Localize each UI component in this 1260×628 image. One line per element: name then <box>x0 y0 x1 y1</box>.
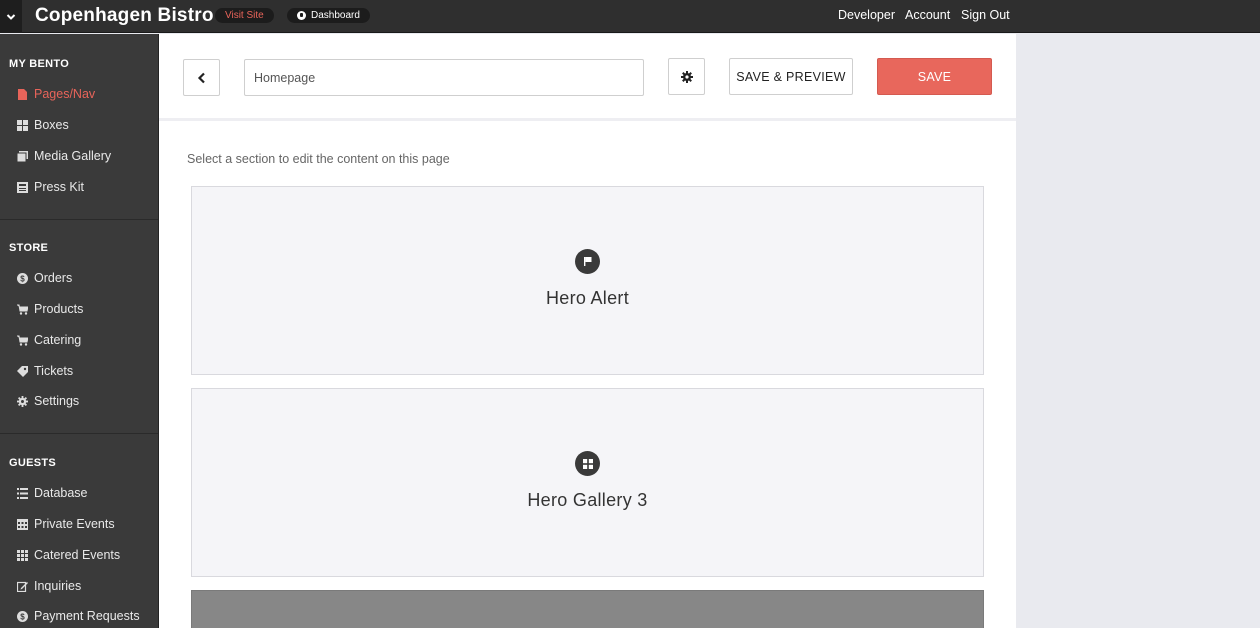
sidebar-item-label: Press Kit <box>34 180 85 194</box>
sidebar-item-label: Orders <box>34 271 73 285</box>
sidebar-item-settings[interactable]: Settings <box>17 394 79 408</box>
svg-text:$: $ <box>20 612 25 621</box>
dashboard-label: Dashboard <box>311 10 360 21</box>
dashboard-icon <box>297 11 306 20</box>
media-icon <box>17 150 28 162</box>
cart-icon <box>17 335 28 346</box>
list-icon <box>17 487 28 499</box>
page-icon <box>17 88 28 100</box>
sidebar-item-pages-nav[interactable]: Pages/Nav <box>17 87 95 101</box>
tag-icon <box>17 365 28 377</box>
sign-out-link[interactable]: Sign Out <box>961 8 1010 22</box>
sidebar-item-label: Catered Events <box>34 548 121 562</box>
sidebar-item-label: Database <box>34 486 88 500</box>
section-label: Hero Gallery 3 <box>527 490 648 510</box>
sidebar-item-tickets[interactable]: Tickets <box>17 364 73 378</box>
dollar-icon: $ <box>17 610 28 622</box>
sidebar-section-title: MY BENTO <box>9 58 70 70</box>
menu-toggle-button[interactable] <box>0 0 22 33</box>
sidebar-item-catered-events[interactable]: Catered Events <box>17 548 120 562</box>
page-title-input[interactable] <box>244 59 644 96</box>
visit-site-link[interactable]: Visit Site <box>215 8 274 23</box>
instructions-text: Select a section to edit the content on … <box>187 152 450 166</box>
sidebar-item-catering[interactable]: Catering <box>17 333 81 347</box>
gear-icon <box>17 395 28 407</box>
account-link[interactable]: Account <box>905 8 950 22</box>
gear-icon <box>680 70 693 83</box>
cart-icon <box>17 304 28 315</box>
svg-text:$: $ <box>20 274 25 283</box>
chevron-down-icon <box>6 13 16 20</box>
grid-icon <box>575 451 600 476</box>
right-gutter <box>1016 34 1260 628</box>
top-bar: Copenhagen Bistro Visit Site Dashboard D… <box>0 0 1260 33</box>
sidebar-item-label: Settings <box>34 394 80 408</box>
sidebar-item-press-kit[interactable]: Press Kit <box>17 180 84 194</box>
sidebar-item-label: Private Events <box>34 517 115 531</box>
back-button[interactable] <box>183 59 220 96</box>
sidebar-item-label: Catering <box>34 333 82 347</box>
sidebar-item-media-gallery[interactable]: Media Gallery <box>17 149 111 163</box>
chevron-left-icon <box>197 72 205 83</box>
sidebar-item-private-events[interactable]: Private Events <box>17 517 115 531</box>
sidebar-item-orders[interactable]: $ Orders <box>17 271 72 285</box>
sidebar-divider <box>0 433 158 434</box>
save-button[interactable]: SAVE <box>877 58 992 95</box>
sidebar-section-title: STORE <box>9 242 49 254</box>
sidebar-item-payment-requests[interactable]: $ Payment Requests <box>17 609 140 623</box>
edit-icon <box>17 581 28 592</box>
sidebar-item-boxes[interactable]: Boxes <box>17 118 69 132</box>
sidebar-item-label: Pages/Nav <box>34 87 96 101</box>
editor-toolbar: SAVE & PREVIEW SAVE <box>159 34 1016 121</box>
section-hero-gallery-3[interactable]: Hero Gallery 3 <box>191 388 984 577</box>
sidebar-item-label: Products <box>34 302 84 316</box>
section-hero-alert[interactable]: Hero Alert <box>191 186 984 375</box>
page-settings-button[interactable] <box>668 58 705 95</box>
sidebar-item-label: Boxes <box>34 118 69 132</box>
section-label: Hero Alert <box>545 288 630 308</box>
sidebar-item-label: Inquiries <box>34 579 82 593</box>
sidebar-item-database[interactable]: Database <box>17 486 88 500</box>
developer-link[interactable]: Developer <box>838 8 895 22</box>
site-name: Copenhagen Bistro <box>35 5 214 26</box>
calendar-grid-icon <box>17 549 28 561</box>
dashboard-link[interactable]: Dashboard <box>287 8 370 23</box>
newspaper-icon <box>17 181 28 193</box>
sidebar-item-inquiries[interactable]: Inquiries <box>17 579 81 593</box>
dollar-icon: $ <box>17 272 28 284</box>
grid-icon <box>17 119 28 131</box>
sidebar-item-label: Tickets <box>34 364 74 378</box>
sidebar-item-label: Media Gallery <box>34 149 112 163</box>
sidebar-section-title: GUESTS <box>9 457 57 469</box>
save-preview-button[interactable]: SAVE & PREVIEW <box>729 58 853 95</box>
sidebar-divider <box>0 219 158 220</box>
flag-icon <box>575 249 600 274</box>
page-editor: SAVE & PREVIEW SAVE Select a section to … <box>159 34 1016 628</box>
sidebar-item-label: Payment Requests <box>34 609 140 623</box>
section-placeholder[interactable] <box>191 590 984 628</box>
sidebar-item-products[interactable]: Products <box>17 302 83 316</box>
calendar-icon <box>17 518 28 530</box>
sidebar: MY BENTO Pages/Nav Boxes Media Gallery P… <box>0 34 159 628</box>
